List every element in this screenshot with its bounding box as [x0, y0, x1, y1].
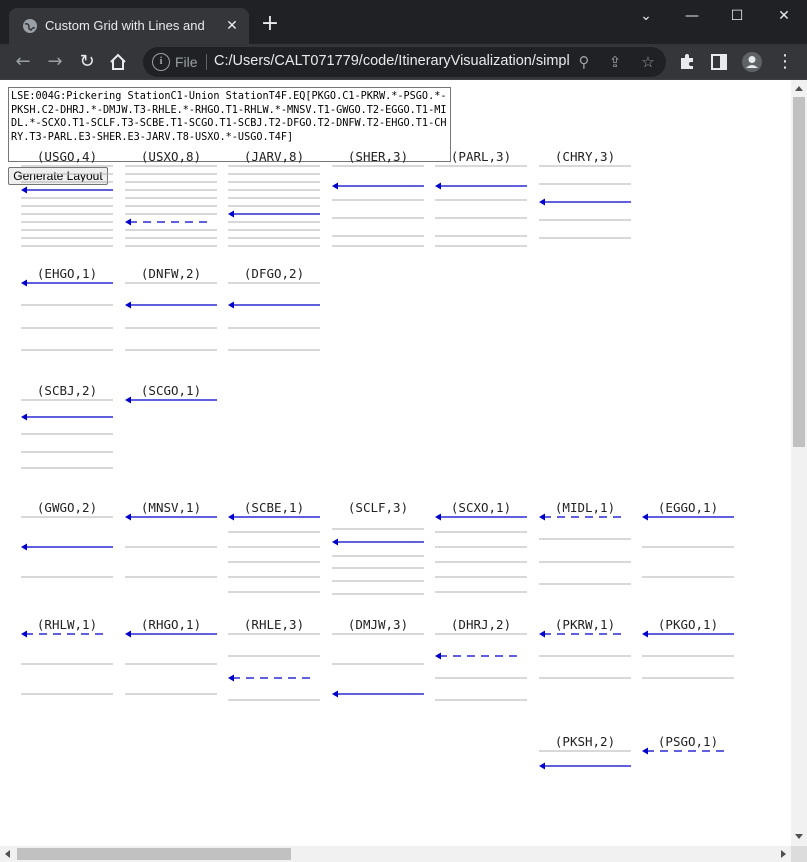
share-icon[interactable]: ⇪ — [604, 51, 626, 73]
arrow-head-icon — [642, 747, 648, 755]
grid-cell: (RHGO,1) — [125, 618, 217, 758]
new-tab-button[interactable]: + — [259, 13, 281, 35]
grid-cell: (RHLE,3) — [228, 618, 320, 758]
arrow-head-icon — [435, 513, 441, 521]
arrow-head-icon — [21, 543, 27, 551]
arrow-head-icon — [539, 762, 545, 770]
grid-cell: (PSGO,1) — [642, 735, 734, 846]
close-tab-icon[interactable]: ✕ — [223, 17, 241, 35]
arrow-head-icon — [435, 182, 441, 190]
home-icon[interactable] — [107, 51, 129, 73]
profile-avatar-icon[interactable] — [741, 51, 763, 73]
cell-lines — [539, 750, 631, 770]
arrow-head-icon — [642, 630, 648, 638]
vertical-scrollbar[interactable] — [791, 80, 807, 846]
arrow-head-icon — [539, 198, 545, 206]
grid-cell: (DHRJ,2) — [435, 618, 527, 758]
arrow-head-icon — [21, 186, 27, 194]
cell-lines — [332, 633, 424, 698]
cell-lines — [332, 165, 424, 247]
vertical-scroll-thumb[interactable] — [793, 97, 805, 447]
close-window-button[interactable]: ✕ — [774, 8, 794, 24]
cell-lines — [21, 630, 113, 695]
zoom-icon[interactable]: ⚲ — [573, 51, 595, 73]
page-content: LSE:004G:Pickering StationC1-Union Stati… — [0, 80, 791, 846]
grid-cell: (DMJW,3) — [332, 618, 424, 758]
arrow-head-icon — [539, 630, 545, 638]
scroll-down-icon[interactable] — [795, 834, 803, 839]
grid-cell: (PKSH,2) — [539, 735, 631, 846]
arrow-head-icon — [642, 513, 648, 521]
horizontal-scrollbar[interactable] — [0, 846, 791, 862]
grid-cell: (RHLW,1) — [21, 618, 113, 758]
cell-lines — [228, 282, 320, 351]
puzzle-icon[interactable] — [677, 52, 697, 72]
cell-lines — [125, 630, 217, 695]
browser-tab[interactable]: Custom Grid with Lines and Arrows ✕ — [9, 8, 249, 44]
arrow-head-icon — [332, 538, 338, 546]
arrow-head-icon — [332, 182, 338, 190]
cell-lines — [642, 747, 728, 755]
arrow-head-icon — [21, 630, 27, 638]
arrow-head-icon — [228, 513, 234, 521]
grid-cell: (DFGO,2) — [228, 267, 320, 407]
arrow-head-icon — [125, 630, 131, 638]
url-text[interactable]: C:/Users/CALT071779/code/ItineraryVisual… — [214, 53, 569, 69]
arrow-head-icon — [125, 301, 131, 309]
arrow-head-icon — [228, 301, 234, 309]
grid-cell: (PARL,3) — [435, 150, 527, 290]
globe-icon — [23, 19, 37, 33]
maximize-button[interactable]: ☐ — [727, 8, 747, 24]
grid-cell: (CHRY,3) — [539, 150, 631, 290]
side-panel-icon[interactable] — [710, 53, 728, 71]
cell-lines — [228, 633, 320, 701]
reload-icon[interactable]: ↻ — [75, 50, 99, 74]
cell-lines — [539, 165, 631, 239]
scheme-label: File — [175, 54, 198, 70]
scroll-up-icon[interactable] — [795, 86, 803, 91]
star-icon[interactable]: ☆ — [637, 51, 659, 73]
arrow-head-icon — [125, 513, 131, 521]
divider — [206, 54, 207, 70]
scroll-left-icon[interactable] — [5, 850, 10, 858]
cell-lines — [435, 165, 527, 247]
cell-lines — [435, 633, 527, 701]
tab-strip: Custom Grid with Lines and Arrows ✕ + ⌄ … — [0, 0, 807, 44]
tab-title: Custom Grid with Lines and Arrows — [45, 18, 205, 33]
scroll-right-icon[interactable] — [781, 850, 786, 858]
address-bar[interactable]: i File C:/Users/CALT071779/code/Itinerar… — [143, 47, 666, 77]
back-arrow-icon[interactable]: ← — [11, 50, 35, 74]
arrow-head-icon — [125, 396, 131, 404]
chevron-down-icon[interactable]: ⌄ — [636, 8, 656, 24]
arrow-head-icon — [228, 210, 234, 218]
minimize-button[interactable]: — — [682, 8, 702, 24]
arrow-head-icon — [435, 652, 441, 660]
arrow-head-icon — [332, 690, 338, 698]
forward-arrow-icon[interactable]: → — [43, 50, 67, 74]
arrow-head-icon — [125, 218, 131, 226]
info-icon[interactable]: i — [152, 53, 170, 71]
horizontal-scroll-thumb[interactable] — [17, 848, 291, 860]
browser-toolbar: ← → ↻ i File C:/Users/CALT071779/code/It… — [0, 44, 807, 80]
scrollbar-corner — [791, 846, 807, 862]
arrow-head-icon — [228, 674, 234, 682]
arrow-head-icon — [539, 513, 545, 521]
grid-cell: (SHER,3) — [332, 150, 424, 290]
kebab-menu-icon[interactable]: ⋮ — [773, 50, 797, 74]
arrow-head-icon — [21, 279, 27, 287]
arrow-head-icon — [21, 413, 27, 421]
